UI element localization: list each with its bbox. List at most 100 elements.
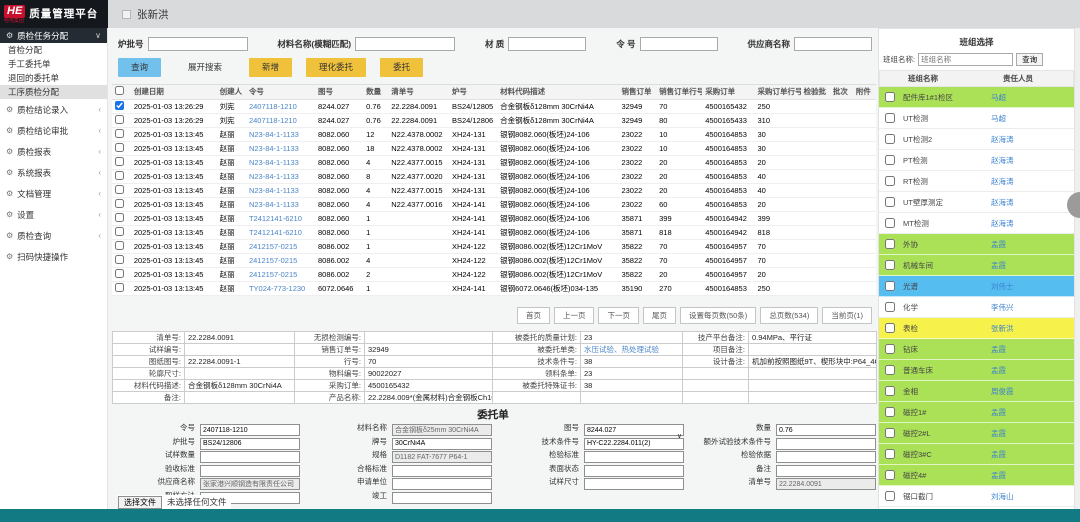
team-row[interactable]: UT壁厚测定 赵海涛 [879, 192, 1074, 213]
sidebar-item[interactable]: ⚙ 质检报表 ‹ [0, 141, 107, 162]
sidebar-item[interactable]: ⚙ 质检结论审批 ‹ [0, 120, 107, 141]
pager-button[interactable]: 首页 [517, 307, 550, 324]
order-number-link[interactable]: T2412141-6210 [246, 211, 315, 225]
table-row[interactable]: 2025-01-03 13:13:45 赵丽 N23-84-1-1133 808… [112, 197, 876, 211]
team-row[interactable]: 金相 周俊霞 [879, 381, 1074, 402]
team-checkbox[interactable] [885, 92, 895, 102]
row-checkbox[interactable] [115, 171, 124, 180]
team-checkbox[interactable] [885, 449, 895, 459]
column-header[interactable]: 创建人 [217, 85, 246, 99]
sidebar-item[interactable]: ⚙ 手工委托单 [0, 57, 107, 71]
toolbar-button[interactable]: 新增 [249, 58, 292, 77]
row-checkbox[interactable] [115, 199, 124, 208]
form-field-input[interactable] [776, 478, 876, 490]
team-checkbox[interactable] [885, 239, 895, 249]
column-header[interactable]: 采购订单 [702, 85, 754, 99]
team-person-link[interactable]: 赵海涛 [991, 197, 1014, 208]
pager-button[interactable]: 设置每页数(50条) [680, 307, 756, 324]
team-row[interactable]: 表检 张新洪 [879, 318, 1074, 339]
team-row[interactable]: 磁控4# 孟霞 [879, 465, 1074, 486]
team-row[interactable]: UT检测2 赵海涛 [879, 129, 1074, 150]
order-number-link[interactable]: T2412141-6210 [246, 225, 315, 239]
team-checkbox[interactable] [885, 302, 895, 312]
sidebar-item[interactable]: ⚙ 扫码快捷操作 [0, 246, 107, 267]
sidebar-item[interactable]: ⚙ 退回的委托单 [0, 71, 107, 85]
table-row[interactable]: 2025-01-03 13:13:45 赵丽 2412157-0215 8086… [112, 267, 876, 281]
team-person-link[interactable]: 李伟兴 [991, 302, 1014, 313]
table-row[interactable]: 2025-01-03 13:13:45 赵丽 2412157-0215 8086… [112, 253, 876, 267]
team-checkbox[interactable] [885, 218, 895, 228]
team-person-link[interactable]: 孟霞 [991, 428, 1006, 439]
team-person-link[interactable]: 马超 [991, 92, 1006, 103]
toolbar-button[interactable]: 展开搜索 [175, 58, 235, 77]
team-checkbox[interactable] [885, 155, 895, 165]
table-row[interactable]: 2025-01-03 13:13:45 赵丽 N23-84-1-1133 808… [112, 155, 876, 169]
form-field-input[interactable] [392, 492, 492, 504]
filter-input[interactable] [355, 37, 455, 51]
choose-file-button[interactable]: 选择文件 [118, 496, 162, 509]
select-all-checkbox[interactable] [115, 86, 124, 95]
team-checkbox[interactable] [885, 365, 895, 375]
order-number-link[interactable]: 2407118-1210 [246, 99, 315, 113]
column-header[interactable]: 销售订单 [618, 85, 656, 99]
row-checkbox[interactable] [115, 129, 124, 138]
team-checkbox[interactable] [885, 113, 895, 123]
column-header[interactable]: 清单号 [388, 85, 449, 99]
team-person-link[interactable]: 赵海涛 [991, 155, 1014, 166]
sidebar-item[interactable]: ⚙ 首检分配 [0, 43, 107, 57]
sidebar-item[interactable]: ⚙ 系统报表 ‹ [0, 162, 107, 183]
team-row[interactable]: MT检测 赵海涛 [879, 213, 1074, 234]
column-header[interactable]: 令号 [246, 85, 315, 99]
column-header[interactable]: 炉号 [449, 85, 497, 99]
table-row[interactable]: 2025-01-03 13:13:45 赵丽 2412157-0215 8086… [112, 239, 876, 253]
team-checkbox[interactable] [885, 407, 895, 417]
table-row[interactable]: 2025-01-03 13:13:45 赵丽 T2412141-6210 808… [112, 225, 876, 239]
order-number-link[interactable]: 2407118-1210 [246, 113, 315, 127]
team-person-link[interactable]: 马超 [991, 113, 1006, 124]
team-checkbox[interactable] [885, 491, 895, 501]
order-number-link[interactable]: N23-84-1-1133 [246, 183, 315, 197]
row-checkbox[interactable] [115, 143, 124, 152]
filter-input[interactable] [640, 37, 718, 51]
sidebar-item[interactable]: ⚙ 工序质检分配 [0, 85, 107, 99]
order-number-link[interactable]: TY024-773-1230 [246, 281, 315, 295]
row-checkbox[interactable] [115, 283, 124, 292]
team-person-link[interactable]: 赵海涛 [991, 134, 1014, 145]
table-row[interactable]: 2025-01-03 13:13:45 赵丽 N23-84-1-1133 808… [112, 183, 876, 197]
team-search-button[interactable]: 查询 [1016, 53, 1043, 66]
team-row[interactable]: PT检测 赵海涛 [879, 150, 1074, 171]
team-person-link[interactable]: 孟霞 [991, 344, 1006, 355]
row-checkbox[interactable] [115, 255, 124, 264]
column-header[interactable]: 数量 [363, 85, 388, 99]
team-person-link[interactable]: 张新洪 [991, 323, 1014, 334]
column-header[interactable]: 创建日期 [131, 85, 217, 99]
team-row[interactable]: 机械车间 孟霞 [879, 255, 1074, 276]
column-header[interactable]: 图号 [315, 85, 363, 99]
order-number-link[interactable]: N23-84-1-1133 [246, 197, 315, 211]
team-row[interactable]: 普通车床 孟霞 [879, 360, 1074, 381]
team-row[interactable]: 磁控3#C 孟霞 [879, 444, 1074, 465]
sidebar-item[interactable]: ⚙ 质检查询 ‹ [0, 225, 107, 246]
team-person-link[interactable]: 孟霞 [991, 449, 1006, 460]
team-checkbox[interactable] [885, 197, 895, 207]
row-checkbox[interactable] [115, 213, 124, 222]
toolbar-button[interactable]: 理化委托 [306, 58, 366, 77]
table-row[interactable]: 2025-01-03 13:13:45 赵丽 N23-84-1-1133 808… [112, 169, 876, 183]
sidebar-item[interactable]: ⚙ 质检任务分配 ∨ [0, 28, 107, 43]
column-header[interactable]: 检验批 [801, 85, 830, 99]
form-field-input[interactable] [584, 478, 684, 490]
pager-button[interactable]: 当前页(1) [822, 307, 872, 324]
row-checkbox[interactable] [115, 115, 124, 124]
row-checkbox[interactable] [115, 101, 124, 110]
order-number-link[interactable]: N23-84-1-1133 [246, 155, 315, 169]
pager-button[interactable]: 上一页 [554, 307, 595, 324]
team-person-link[interactable]: 孟霞 [991, 260, 1006, 271]
team-person-link[interactable]: 赵海涛 [991, 218, 1014, 229]
team-row[interactable]: 磁控2#L 孟霞 [879, 423, 1074, 444]
table-row[interactable]: 2025-01-03 13:26:29 刘宪 2407118-1210 8244… [112, 99, 876, 113]
toolbar-button[interactable]: 委托 [380, 58, 423, 77]
team-person-link[interactable]: 刘伟士 [991, 281, 1014, 292]
team-checkbox[interactable] [885, 386, 895, 396]
user-name[interactable]: 张新洪 [137, 7, 169, 22]
team-person-link[interactable]: 孟霞 [991, 239, 1006, 250]
